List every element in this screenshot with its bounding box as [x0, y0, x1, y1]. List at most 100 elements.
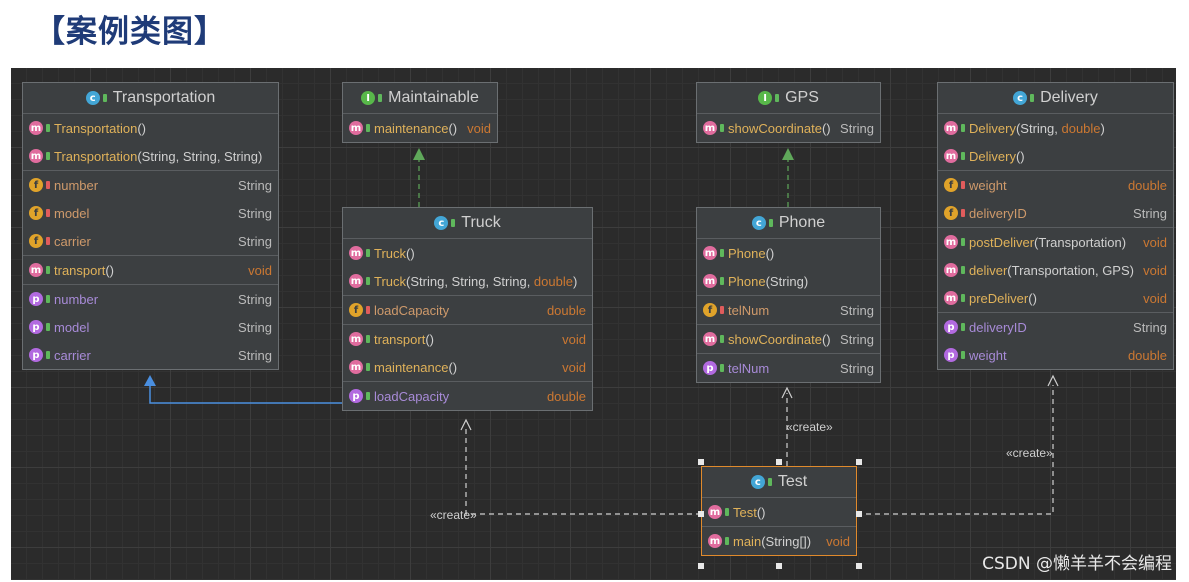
class-header[interactable]: c Test	[702, 467, 856, 498]
member-row[interactable]: m preDeliver() void	[938, 284, 1173, 312]
class-name: Phone	[778, 214, 826, 231]
public-visibility-icon	[46, 266, 50, 274]
class-test[interactable]: c Test m Test() m main (String[]) void	[701, 466, 857, 556]
member-params: ()	[1015, 148, 1025, 164]
member-signature: Delivery()	[969, 149, 1167, 164]
member-row[interactable]: p model String	[23, 313, 278, 341]
member-row[interactable]: p loadCapacity double	[343, 382, 592, 410]
class-icon: c	[750, 475, 765, 489]
member-row[interactable]: m Transportation()	[23, 114, 278, 142]
public-visibility-icon	[961, 238, 965, 246]
public-visibility-icon	[720, 364, 724, 372]
member-name: deliver	[969, 262, 1008, 278]
selection-handle[interactable]	[776, 563, 782, 569]
member-section: m main (String[]) void	[702, 527, 856, 555]
class-header[interactable]: I GPS	[697, 83, 880, 114]
class-header[interactable]: c Truck	[343, 208, 592, 239]
field-icon: f	[944, 178, 958, 192]
member-row[interactable]: m main (String[]) void	[702, 527, 856, 555]
class-header[interactable]: c Phone	[697, 208, 880, 239]
class-delivery[interactable]: c Delivery m Delivery (String, double) m Deliv…	[937, 82, 1174, 370]
member-type: String	[840, 331, 874, 347]
method-icon: m	[944, 235, 958, 249]
member-row[interactable]: f deliveryID String	[938, 199, 1173, 227]
public-visibility-icon	[720, 124, 724, 132]
interface-maintainable[interactable]: I Maintainable m maintenance() void	[342, 82, 498, 143]
field-icon: f	[349, 303, 363, 317]
member-row[interactable]: f loadCapacity double	[343, 296, 592, 324]
public-visibility-icon	[366, 124, 370, 132]
selection-handle[interactable]	[856, 511, 862, 517]
class-name: GPS	[785, 89, 819, 106]
selection-handle[interactable]	[856, 563, 862, 569]
class-icon: c	[85, 91, 100, 105]
member-row[interactable]: p deliveryID String	[938, 313, 1173, 341]
class-header[interactable]: c Transportation	[23, 83, 278, 114]
member-row[interactable]: m postDeliver (Transportation) void	[938, 228, 1173, 256]
member-row[interactable]: m transport() void	[23, 256, 278, 284]
member-row[interactable]: f carrier String	[23, 227, 278, 255]
member-row[interactable]: m showCoordinate() String	[697, 325, 880, 353]
method-icon: m	[703, 246, 717, 260]
member-params: ()	[137, 120, 147, 136]
method-icon: m	[349, 332, 363, 346]
member-row[interactable]: m Transportation (String, String, String)	[23, 142, 278, 170]
member-type: String	[238, 177, 272, 193]
member-row[interactable]: m Test()	[702, 498, 856, 526]
member-row[interactable]: f weight double	[938, 171, 1173, 199]
member-row[interactable]: m Truck()	[343, 239, 592, 267]
public-visibility-icon	[720, 335, 724, 343]
member-row[interactable]: f model String	[23, 199, 278, 227]
member-section: m Truck() m Truck (String, String, String, d…	[343, 239, 592, 296]
method-icon: m	[703, 332, 717, 346]
public-visibility-icon	[46, 295, 50, 303]
member-row[interactable]: p telNum String	[697, 354, 880, 382]
member-signature: deliver (Transportation, GPS)	[969, 263, 1135, 278]
member-row[interactable]: m Phone (String)	[697, 267, 880, 295]
selection-handle[interactable]	[856, 459, 862, 465]
member-params: ()	[821, 331, 831, 347]
class-phone[interactable]: c Phone m Phone() m Phone (String) f telNum Strin…	[696, 207, 881, 383]
field-icon: f	[944, 206, 958, 220]
member-name: model	[54, 205, 90, 221]
member-type: String	[840, 360, 874, 376]
member-row[interactable]: m Phone()	[697, 239, 880, 267]
public-visibility-icon	[46, 124, 50, 132]
member-row[interactable]: p weight double	[938, 341, 1173, 369]
member-row[interactable]: m Delivery (String, double)	[938, 114, 1173, 142]
class-header[interactable]: I Maintainable	[343, 83, 497, 114]
member-params: ()	[105, 262, 114, 278]
member-section: f weight double f deliveryID String	[938, 171, 1173, 228]
member-row[interactable]: p number String	[23, 285, 278, 313]
member-row[interactable]: f telNum String	[697, 296, 880, 324]
member-signature: showCoordinate()	[728, 121, 832, 136]
class-truck[interactable]: c Truck m Truck() m Truck (String, String, Str…	[342, 207, 593, 411]
class-transportation[interactable]: c Transportation m Transportation() m Transpo…	[22, 82, 279, 370]
class-icon: c	[751, 216, 766, 230]
method-icon: m	[349, 121, 363, 135]
member-type: String	[1133, 205, 1167, 221]
member-row[interactable]: m Truck (String, String, String, double)	[343, 267, 592, 295]
selection-handle[interactable]	[698, 459, 704, 465]
selection-handle[interactable]	[698, 511, 704, 517]
member-type: void	[1143, 290, 1167, 306]
public-visibility-icon	[46, 323, 50, 331]
public-visibility-icon	[366, 363, 370, 371]
member-row[interactable]: m maintenance() void	[343, 114, 497, 142]
member-signature: number	[54, 292, 230, 307]
method-icon: m	[944, 291, 958, 305]
member-row[interactable]: p carrier String	[23, 341, 278, 369]
selection-handle[interactable]	[698, 563, 704, 569]
public-visibility-icon	[768, 219, 773, 227]
class-header[interactable]: c Delivery	[938, 83, 1173, 114]
selection-handle[interactable]	[776, 459, 782, 465]
member-type: double	[1127, 177, 1167, 193]
member-row[interactable]: f number String	[23, 171, 278, 199]
member-row[interactable]: m maintenance() void	[343, 353, 592, 381]
member-row[interactable]: m Delivery()	[938, 142, 1173, 170]
member-signature: Transportation()	[54, 121, 272, 136]
interface-gps[interactable]: I GPS m showCoordinate() String	[696, 82, 881, 143]
member-row[interactable]: m showCoordinate() String	[697, 114, 880, 142]
member-row[interactable]: m transport() void	[343, 325, 592, 353]
member-row[interactable]: m deliver (Transportation, GPS) void	[938, 256, 1173, 284]
